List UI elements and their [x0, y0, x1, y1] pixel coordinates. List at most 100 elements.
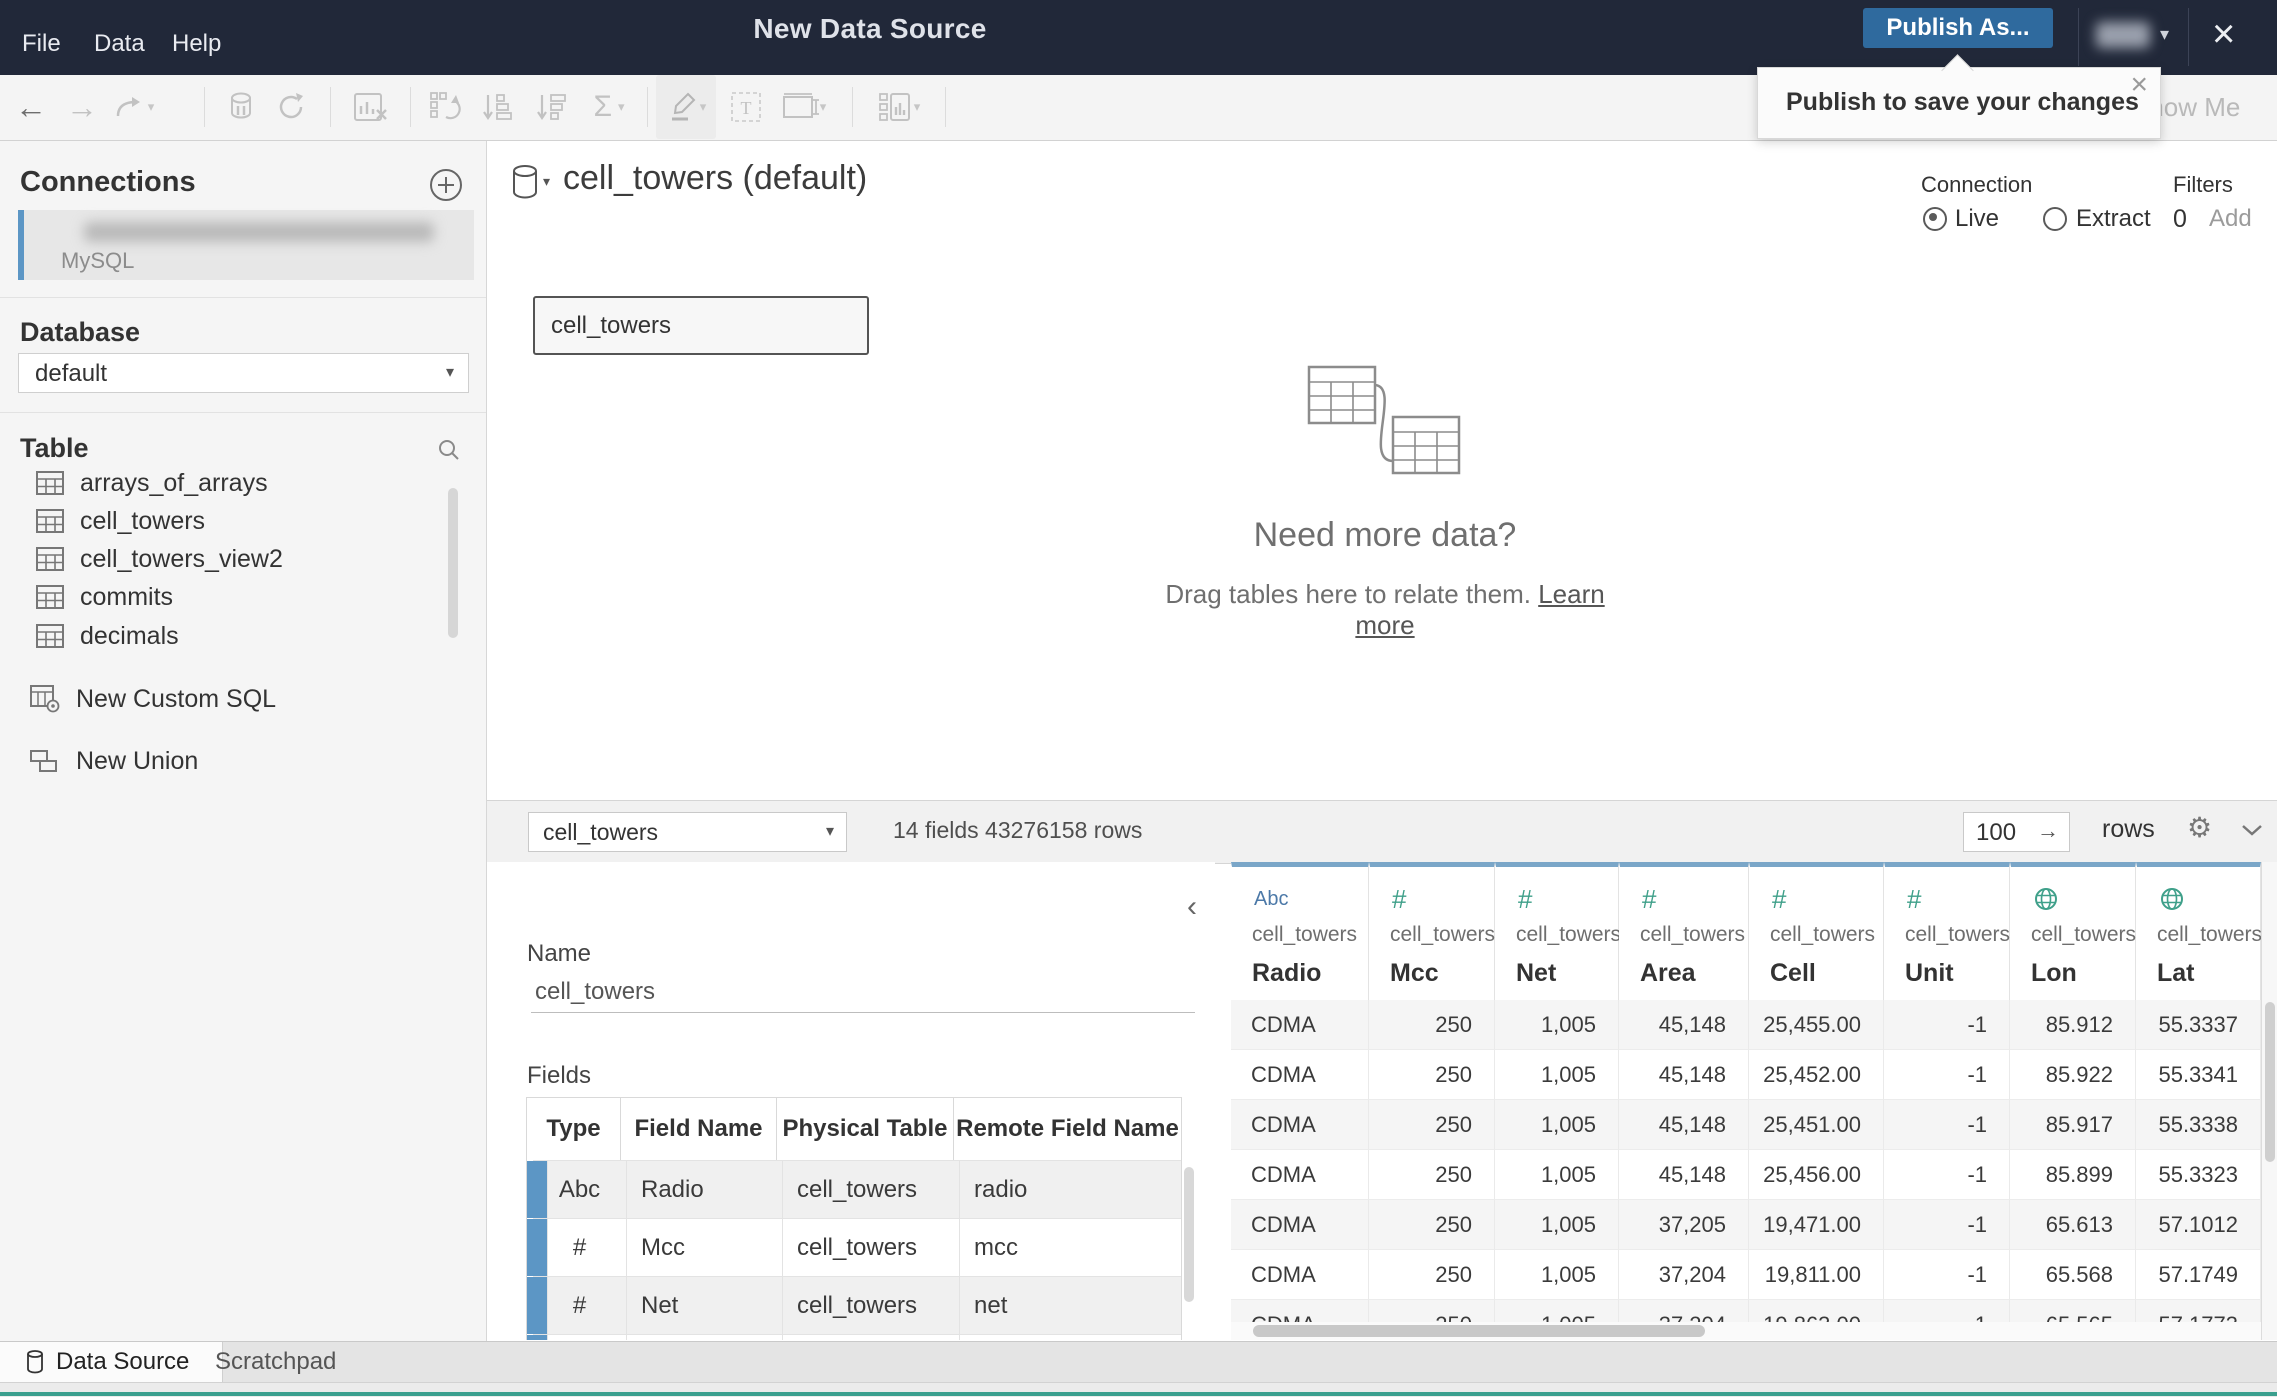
- totals-icon[interactable]: Σ ▾: [580, 75, 638, 139]
- grid-vertical-scrollbar[interactable]: [2261, 862, 2277, 1340]
- grid-rows: CDMA 250 1,005 45,148 25,455.00 -1 85.912 55.33…: [1231, 1000, 2261, 1322]
- topbar-separator: [2188, 8, 2189, 66]
- table-icon: [36, 471, 64, 495]
- connection-type: MySQL: [61, 248, 135, 273]
- table-name-field[interactable]: cell_towers: [535, 978, 655, 1006]
- apply-row-count-icon[interactable]: →: [2037, 818, 2059, 844]
- user-menu-caret-icon[interactable]: ▾: [2160, 24, 2169, 45]
- user-menu-name-redacted[interactable]: [2096, 22, 2150, 48]
- logical-table-card[interactable]: cell_towers: [533, 296, 869, 355]
- collapse-metadata-icon[interactable]: ‹: [1187, 890, 1197, 924]
- datasource-cylinder-icon[interactable]: [511, 165, 539, 204]
- field-row-accent: [527, 1277, 548, 1334]
- sort-descending-icon[interactable]: [526, 75, 576, 139]
- filters-label: Filters: [2173, 172, 2233, 197]
- table-item-arrays-of-arrays[interactable]: arrays_of_arrays: [36, 464, 416, 502]
- globe-icon: [2033, 885, 2059, 913]
- replay-button[interactable]: ▾: [106, 75, 162, 139]
- topbar-separator: [2078, 8, 2079, 66]
- redo-button[interactable]: →: [62, 75, 102, 139]
- grid-horizontal-scrollbar[interactable]: [1231, 1322, 2261, 1340]
- row-count-value: 100: [1976, 819, 2017, 846]
- fields-table-header: Type Field Name Physical Table Remote Fi…: [527, 1098, 1181, 1160]
- cancel-query-icon[interactable]: [344, 75, 398, 139]
- undo-button[interactable]: ←: [8, 75, 54, 139]
- table-item-decimals[interactable]: decimals: [36, 617, 416, 655]
- tooltip-close-icon[interactable]: ×: [2130, 70, 2148, 100]
- table-icon: [36, 547, 64, 571]
- sidebar-scrollbar-thumb[interactable]: [448, 488, 458, 638]
- publish-as-button[interactable]: Publish As...: [1863, 8, 2053, 48]
- fields-rows-summary: 14 fields 43276158 rows: [893, 817, 1143, 843]
- live-label[interactable]: Live: [1955, 205, 1999, 233]
- search-tables-icon[interactable]: [436, 437, 462, 468]
- table-item-cell-towers-view2[interactable]: cell_towers_view2: [36, 540, 416, 578]
- pause-auto-updates-icon[interactable]: [218, 75, 264, 139]
- grid-col-unit[interactable]: # cell_towers Unit: [1884, 862, 2010, 1000]
- fields-table: Type Field Name Physical Table Remote Fi…: [526, 1097, 1182, 1340]
- fields-table-scrollbar-thumb[interactable]: [1184, 1167, 1194, 1302]
- highlight-icon[interactable]: ▾: [656, 75, 716, 139]
- tooltip-message: Publish to save your changes: [1786, 88, 2139, 116]
- grid-vertical-scrollbar-thumb[interactable]: [2265, 1002, 2275, 1162]
- col-physical-table: Physical Table: [777, 1098, 954, 1160]
- toolbar-separator: [647, 87, 648, 127]
- tableau-new-data-source-window: File Data Help New Data Source Publish A…: [0, 0, 2277, 1397]
- live-radio[interactable]: [1923, 207, 1947, 231]
- grid-col-radio[interactable]: Abc cell_towers Radio: [1231, 862, 1369, 1000]
- label-icon[interactable]: T: [722, 75, 770, 139]
- row-count-input[interactable]: 100 →: [1963, 812, 2070, 852]
- table-item-cell-towers[interactable]: cell_towers: [36, 502, 416, 540]
- grid-row: CDMA 250 1,005 37,204 19,811.00 -1 65.568 57.17…: [1231, 1250, 2261, 1300]
- rows-label: rows: [2102, 815, 2155, 843]
- extract-radio[interactable]: [2043, 207, 2067, 231]
- sort-ascending-icon[interactable]: [472, 75, 522, 139]
- new-custom-sql-button[interactable]: New Custom SQL: [30, 679, 430, 719]
- fields-label: Fields: [527, 1062, 592, 1089]
- relationship-canvas: ▾ cell_towers (default) Connection Live …: [487, 141, 2277, 800]
- grid-row: CDMA 250 1,005 45,148 25,456.00 -1 85.899 55.33…: [1231, 1150, 2261, 1200]
- new-union-button[interactable]: New Union: [30, 741, 430, 781]
- col-type: Type: [527, 1098, 621, 1160]
- grid-col-cell[interactable]: # cell_towers Cell: [1749, 862, 1884, 1000]
- collapse-preview-chevron-icon[interactable]: [2239, 821, 2265, 844]
- datasource-caret-icon[interactable]: ▾: [543, 173, 550, 190]
- tab-scratchpad[interactable]: Scratchpad: [215, 1342, 336, 1382]
- grid-horizontal-scrollbar-thumb[interactable]: [1253, 1325, 1705, 1337]
- grid-col-lat[interactable]: cell_towers Lat: [2136, 862, 2261, 1000]
- field-row-radio[interactable]: Abc Radio cell_towers radio: [527, 1160, 1181, 1218]
- table-header: Table: [20, 433, 89, 463]
- preview-settings-gear-icon[interactable]: ⚙: [2187, 811, 2212, 844]
- menu-help[interactable]: Help: [172, 30, 221, 58]
- show-hide-cards-icon[interactable]: ▾: [864, 75, 934, 139]
- menu-data[interactable]: Data: [94, 30, 145, 58]
- chevron-down-icon: ▾: [825, 823, 834, 840]
- preview-table-select[interactable]: cell_towers ▾: [528, 812, 847, 852]
- database-select[interactable]: default ▾: [18, 353, 469, 393]
- field-row-net[interactable]: # Net cell_towers net: [527, 1276, 1181, 1334]
- field-row-mcc[interactable]: # Mcc cell_towers mcc: [527, 1218, 1181, 1276]
- datasource-title[interactable]: cell_towers (default): [563, 159, 867, 198]
- preview-table-value: cell_towers: [543, 819, 659, 845]
- extract-label[interactable]: Extract: [2076, 205, 2151, 233]
- swap-rows-columns-icon[interactable]: [420, 75, 470, 139]
- table-item-commits[interactable]: commits: [36, 578, 416, 616]
- status-bar: Data Source Scratchpad: [0, 1341, 2277, 1397]
- menu-file[interactable]: File: [22, 30, 61, 58]
- close-window-icon[interactable]: ×: [2212, 14, 2235, 54]
- connection-item[interactable]: MySQL: [18, 210, 474, 280]
- refresh-icon[interactable]: [268, 75, 314, 139]
- field-row-accent: [527, 1161, 548, 1218]
- grid-col-mcc[interactable]: # cell_towers Mcc: [1369, 862, 1495, 1000]
- filters-add-button[interactable]: Add: [2209, 205, 2252, 233]
- add-connection-icon[interactable]: [428, 167, 464, 208]
- grid-col-net[interactable]: # cell_towers Net: [1495, 862, 1621, 1000]
- fit-icon[interactable]: ▾: [772, 75, 836, 139]
- field-row-partial: [527, 1334, 1181, 1340]
- toolbar-separator: [204, 87, 205, 127]
- grid-col-area[interactable]: # cell_towers Area: [1619, 862, 1749, 1000]
- table-icon: [36, 624, 64, 648]
- number-icon: #: [1518, 883, 1533, 914]
- grid-col-lon[interactable]: cell_towers Lon: [2010, 862, 2136, 1000]
- tab-data-source[interactable]: Data Source: [0, 1342, 223, 1382]
